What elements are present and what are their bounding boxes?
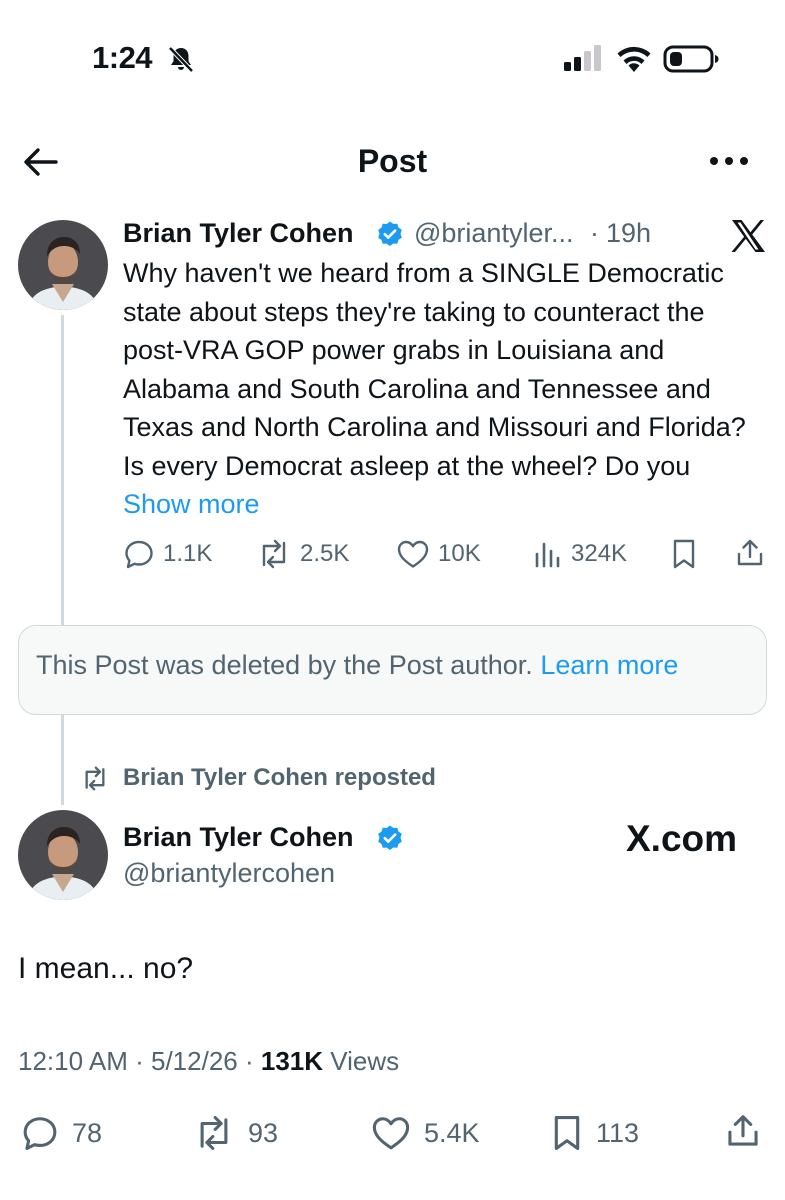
author-name[interactable]: Brian Tyler Cohen xyxy=(123,822,354,853)
post-text: I mean... no? xyxy=(18,952,194,985)
signal-icon xyxy=(564,45,601,71)
more-icon[interactable] xyxy=(706,148,752,174)
verified-badge-icon xyxy=(378,825,402,850)
repost-small-icon xyxy=(85,766,105,791)
bookmark-button[interactable]: 113 xyxy=(550,1114,639,1152)
like-count: 5.4K xyxy=(424,1117,480,1148)
author-handle[interactable]: @briantyler... xyxy=(414,218,573,249)
verified-badge-icon xyxy=(378,221,402,246)
views-count: 324K xyxy=(571,540,628,567)
views-count[interactable]: 131K xyxy=(261,1046,323,1076)
author-handle[interactable]: @briantylercohen xyxy=(123,858,335,889)
tweet-text: Why haven't we heard from a SINGLE Democ… xyxy=(123,258,746,481)
repost-button[interactable]: 2.5K xyxy=(256,538,349,570)
share-icon[interactable] xyxy=(724,1112,762,1150)
post-date[interactable]: 5/12/26 xyxy=(151,1046,238,1076)
x-logo-icon xyxy=(731,220,765,252)
like-button[interactable]: 10K xyxy=(396,538,481,570)
views-icon xyxy=(535,542,560,568)
share-icon[interactable] xyxy=(734,537,766,569)
reply-button[interactable]: 1.1K xyxy=(123,538,212,570)
thread-line xyxy=(61,715,64,805)
bookmark-icon xyxy=(554,1116,580,1150)
like-icon xyxy=(372,1117,410,1150)
like-icon xyxy=(397,540,429,568)
avatar[interactable] xyxy=(18,220,108,310)
reply-count: 1.1K xyxy=(163,540,213,567)
deleted-notice-text: This Post was deleted by the Post author… xyxy=(36,650,678,681)
views-label: Views xyxy=(330,1046,400,1076)
post-meta: 12:10 AM · 5/12/26 · 131K Views xyxy=(18,1046,400,1076)
battery-icon xyxy=(663,45,719,73)
reply-icon xyxy=(125,540,153,569)
bookmark-count: 113 xyxy=(596,1117,640,1148)
bell-slash-icon xyxy=(168,46,194,73)
page-title: Post xyxy=(357,143,428,179)
reply-count: 78 xyxy=(72,1117,103,1148)
avatar[interactable] xyxy=(18,810,108,900)
wifi-icon xyxy=(617,46,651,72)
reply-icon xyxy=(23,1117,57,1150)
like-button[interactable]: 5.4K xyxy=(370,1114,480,1152)
post-time[interactable]: 12:10 AM xyxy=(18,1046,128,1076)
xcom-watermark: X.com xyxy=(626,818,738,859)
separator: · xyxy=(590,218,599,248)
repost-count: 2.5K xyxy=(300,540,350,567)
thread-line xyxy=(61,315,64,625)
show-more-link[interactable]: Show more xyxy=(123,489,260,519)
repost-icon xyxy=(200,1116,228,1150)
learn-more-link[interactable]: Learn more xyxy=(540,650,678,680)
status-time: 1:24 xyxy=(92,40,153,75)
reply-button[interactable]: 78 xyxy=(20,1114,102,1152)
repost-icon xyxy=(262,539,286,569)
post-time[interactable]: 19h xyxy=(606,218,651,249)
deleted-message: This Post was deleted by the Post author… xyxy=(36,650,533,680)
bookmark-icon[interactable] xyxy=(670,538,698,570)
tweet-body: Why haven't we heard from a SINGLE Democ… xyxy=(123,254,763,524)
author-name[interactable]: Brian Tyler Cohen xyxy=(123,218,354,249)
views-button[interactable]: 324K xyxy=(533,538,627,570)
like-count: 10K xyxy=(438,540,481,567)
repost-count: 93 xyxy=(248,1117,279,1148)
repost-button[interactable]: 93 xyxy=(192,1114,278,1152)
repost-label[interactable]: Brian Tyler Cohen reposted xyxy=(123,764,436,792)
